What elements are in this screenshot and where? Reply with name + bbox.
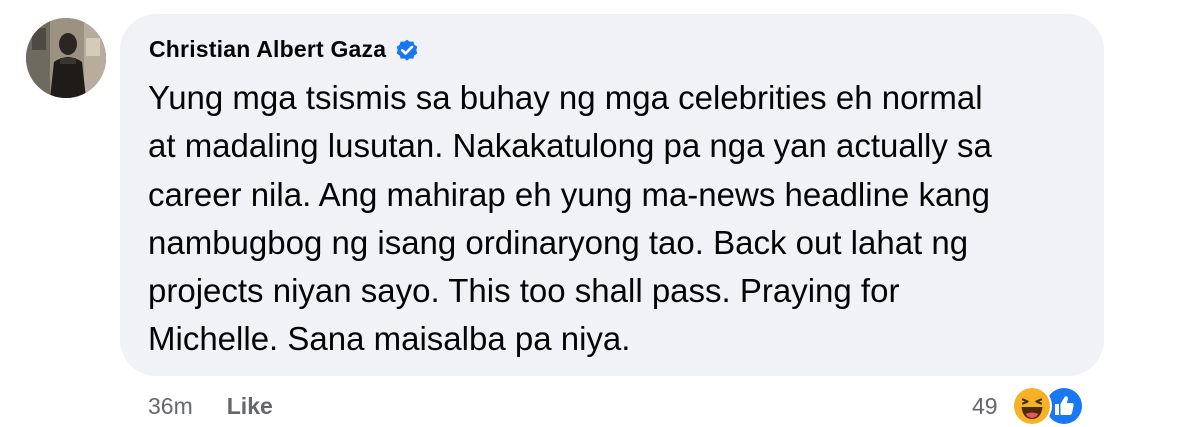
profile-photo bbox=[26, 18, 106, 98]
comment-text-line: nambugbog ng isang ordinaryong tao. Back… bbox=[148, 223, 969, 261]
comment: Christian Albert Gaza Yung mga tsismis s… bbox=[0, 0, 1200, 427]
reaction-icons bbox=[1004, 384, 1090, 427]
reactions-summary[interactable]: 49 bbox=[972, 384, 1090, 427]
like-button[interactable]: Like bbox=[227, 393, 273, 420]
comment-actions: 36m Like bbox=[148, 393, 273, 420]
reaction-count: 49 bbox=[972, 392, 998, 419]
comment-text-line: Michelle. Sana maisalba pa niya. bbox=[148, 320, 631, 358]
comment-text-line: Yung mga tsismis sa buhay ng mga celebri… bbox=[148, 79, 983, 116]
haha-icon bbox=[1011, 386, 1052, 426]
comment-bubble: Christian Albert Gaza Yung mga tsismis s… bbox=[120, 14, 1104, 376]
comment-text-line: projects niyan sayo. This too shall pass… bbox=[148, 272, 900, 310]
comment-text-line: career nila. Ang mahirap eh yung ma-news… bbox=[148, 175, 991, 213]
comment-text: Yung mga tsismis sa buhay ng mga celebri… bbox=[148, 74, 1088, 364]
avatar[interactable] bbox=[26, 18, 106, 98]
author-name[interactable]: Christian Albert Gaza bbox=[149, 36, 386, 63]
verified-badge-icon bbox=[396, 39, 418, 61]
timestamp[interactable]: 36m bbox=[148, 393, 193, 420]
comment-text-line: at madaling lusutan. Nakakatulong pa nga… bbox=[148, 127, 992, 165]
author-row: Christian Albert Gaza bbox=[149, 36, 420, 63]
